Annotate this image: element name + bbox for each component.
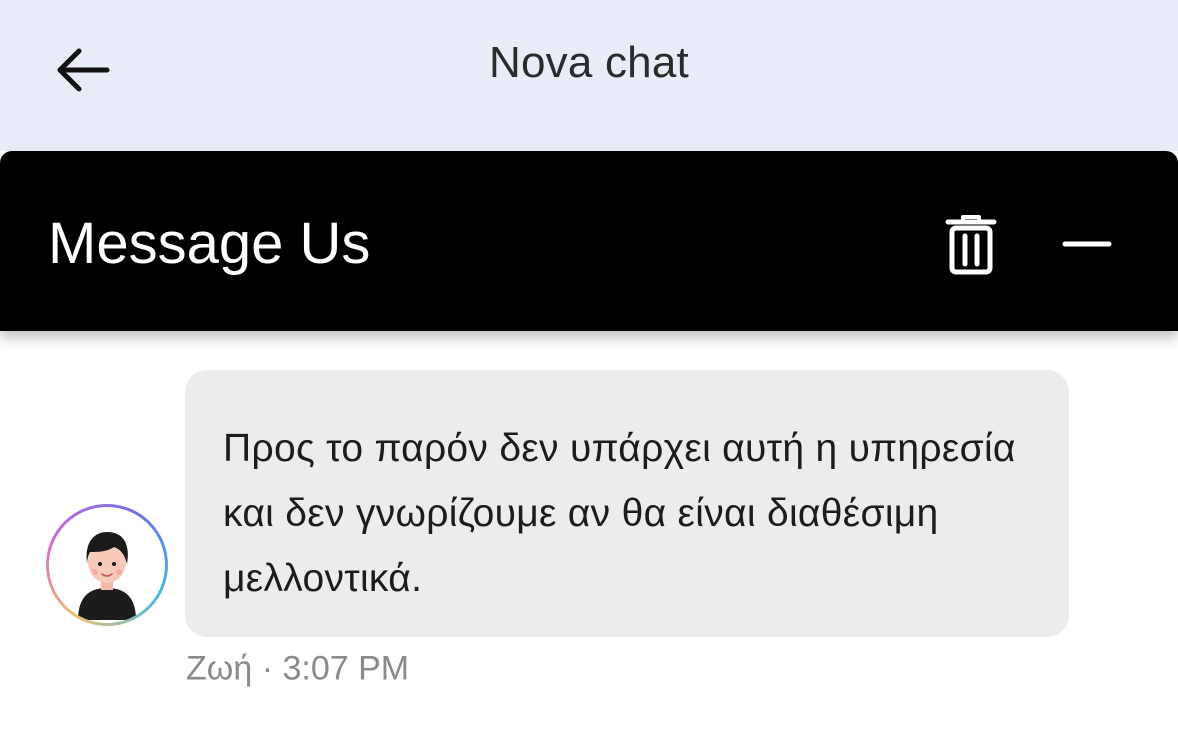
delete-conversation-button[interactable] <box>936 207 1006 283</box>
minus-icon <box>1062 241 1112 247</box>
page-title: Nova chat <box>489 38 689 87</box>
sender-name: Ζωή <box>186 649 253 688</box>
trash-icon <box>945 215 997 275</box>
message-bubble: Προς το παρόν δεν υπάρχει αυτή η υπηρεσί… <box>185 370 1069 637</box>
message-meta: Ζωή · 3:07 PM <box>186 648 409 689</box>
top-bar: Nova chat <box>0 0 1178 151</box>
meta-separator: · <box>261 649 274 688</box>
message-header: Message Us <box>0 151 1178 331</box>
minimize-button[interactable] <box>1054 211 1120 277</box>
message-header-title: Message Us <box>48 211 371 276</box>
agent-avatar <box>46 504 168 626</box>
message-text: Προς το παρόν δεν υπάρχει αυτή η υπηρεσί… <box>223 427 1016 600</box>
agent-avatar-icon <box>78 532 136 620</box>
message-time: 3:07 PM <box>282 649 410 688</box>
chat-screen: Nova chat Message Us Προς το παρόν δεν υ… <box>0 0 1178 742</box>
